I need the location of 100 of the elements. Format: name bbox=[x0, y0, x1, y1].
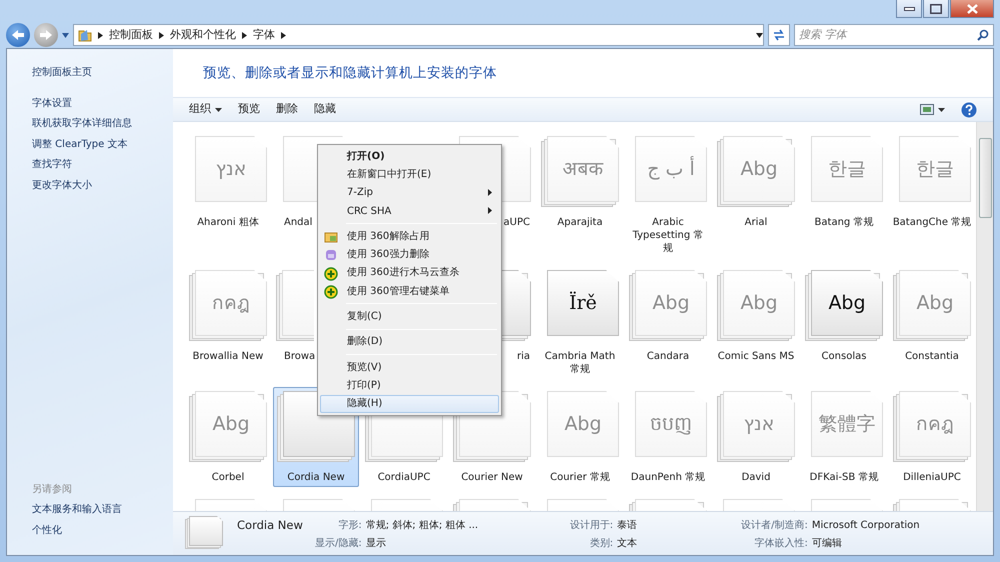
field-value: 文本 bbox=[617, 536, 638, 551]
sidebar-link[interactable]: 个性化 bbox=[32, 520, 173, 541]
minimize-button[interactable] bbox=[896, 0, 922, 18]
sidebar-link[interactable]: 更改字体大小 bbox=[32, 176, 173, 196]
field-label: 设计用于: bbox=[570, 518, 614, 533]
folder-icon bbox=[324, 230, 338, 244]
font-sample: Abg bbox=[211, 412, 251, 437]
menu-item[interactable]: 使用 360解除占用 bbox=[320, 227, 499, 246]
font-name: Cordia New bbox=[237, 517, 301, 534]
page-title: 预览、删除或者显示和隐藏计算机上安装的字体 bbox=[202, 64, 498, 83]
chevron-icon[interactable] bbox=[281, 32, 286, 38]
menu-item[interactable]: 预览(V) bbox=[320, 358, 499, 376]
menu-item[interactable]: 使用 360进行木马云查杀 bbox=[320, 264, 499, 282]
menu-item[interactable]: 在新窗口中打开(E) bbox=[320, 165, 499, 184]
sidebar-link[interactable]: 文本服务和输入语言 bbox=[32, 500, 173, 520]
menu-item[interactable]: 使用 360强力删除 bbox=[320, 245, 499, 264]
chevron-icon[interactable] bbox=[242, 32, 247, 38]
menu-item[interactable]: 隐藏(H) bbox=[320, 394, 499, 413]
back-arrow-icon bbox=[11, 29, 25, 41]
field-value: 可编辑 bbox=[812, 536, 843, 551]
toolbar-button[interactable]: 组织 bbox=[183, 99, 228, 120]
toolbar-button[interactable]: 删除 bbox=[270, 99, 304, 120]
sidebar-link[interactable]: 控制面板主页 bbox=[32, 63, 173, 84]
font-item[interactable]: Abg Arial bbox=[713, 132, 799, 258]
search-icon bbox=[977, 29, 989, 41]
forward-button[interactable] bbox=[34, 23, 58, 47]
see-also-heading: 另请参阅 bbox=[32, 482, 73, 497]
toolbar-button[interactable]: 预览 bbox=[232, 99, 266, 120]
forward-arrow-icon bbox=[39, 29, 53, 41]
font-item[interactable]: 한글 BatangChe 常规 bbox=[889, 132, 975, 258]
field-label: 显示/隐藏: bbox=[315, 536, 362, 551]
field-value: 常规; 斜体; 粗体; 粗体 ... bbox=[366, 518, 480, 533]
shredder-icon bbox=[324, 248, 338, 262]
font-item[interactable]: Abg Courier 常规 bbox=[537, 387, 623, 487]
field-label: 设计者/制造商: bbox=[741, 518, 808, 533]
font-item[interactable]: 繁體字 DFKai-SB 常规 bbox=[801, 387, 887, 487]
chevron-icon bbox=[98, 32, 103, 38]
maximize-icon bbox=[930, 4, 942, 14]
menu-item[interactable]: 删除(D) bbox=[320, 332, 499, 351]
sidebar-link[interactable]: 联机获取字体详细信息 bbox=[32, 114, 173, 134]
font-sample: Abg bbox=[827, 290, 867, 316]
address-field[interactable]: 控制面板 外观和个性化 字体 bbox=[73, 24, 764, 46]
font-sample: Abg bbox=[739, 290, 779, 316]
font-sample: Ïrě bbox=[568, 290, 598, 316]
help-icon bbox=[961, 102, 977, 118]
menu-item[interactable]: 打开(O) bbox=[320, 147, 499, 166]
breadcrumb-item[interactable]: 外观和个性化 bbox=[170, 26, 236, 44]
search-box[interactable]: 搜索 字体 bbox=[794, 24, 994, 46]
submenu-arrow-icon bbox=[488, 188, 492, 196]
font-sample: Abg bbox=[651, 290, 691, 316]
font-item[interactable]: अबक Aparajita bbox=[537, 132, 623, 258]
font-item[interactable]: 한글 Batang 常规 bbox=[801, 132, 887, 258]
menu-item[interactable]: 使用 360管理右键菜单 bbox=[320, 282, 499, 300]
font-sample: 繁體字 bbox=[818, 412, 876, 437]
maximize-button[interactable] bbox=[923, 0, 949, 18]
font-item[interactable]: ចបញ DaunPenh 常规 bbox=[625, 387, 711, 487]
chevron-icon[interactable] bbox=[159, 32, 164, 38]
font-sample: אנץ bbox=[742, 412, 776, 437]
scroll-thumb[interactable] bbox=[978, 138, 992, 218]
font-item[interactable]: Abg Comic Sans MS bbox=[713, 266, 799, 379]
view-icon bbox=[920, 104, 934, 115]
sidebar-link[interactable]: 字体设置 bbox=[32, 94, 173, 114]
font-sample: กคฎ bbox=[211, 290, 251, 316]
dropdown-caret-icon[interactable] bbox=[756, 32, 763, 38]
submenu-arrow-icon bbox=[488, 206, 492, 214]
field-value: 显示 bbox=[366, 537, 387, 551]
font-sample: أ ب ج bbox=[646, 155, 696, 182]
field-label: 类别: bbox=[588, 536, 614, 551]
font-item[interactable]: Ïrě Cambria Math 常规 bbox=[537, 266, 623, 379]
font-item[interactable]: กคฎ Browallia New bbox=[185, 266, 271, 379]
font-sample: अबक bbox=[562, 156, 604, 182]
font-item[interactable]: Abg Constantia bbox=[889, 266, 975, 379]
breadcrumb-item[interactable]: 字体 bbox=[253, 26, 275, 44]
menu-item[interactable]: 复制(C) bbox=[320, 307, 499, 326]
search-field[interactable]: 搜索 字体 bbox=[799, 26, 969, 44]
font-sample: Abg bbox=[739, 156, 779, 182]
font-sample: กคฎ bbox=[915, 412, 955, 437]
menu-item[interactable]: 7-Zip bbox=[320, 184, 499, 202]
close-icon bbox=[966, 4, 978, 14]
font-item[interactable]: Abg Consolas bbox=[801, 266, 887, 379]
folder-icon bbox=[78, 28, 92, 42]
breadcrumb-item[interactable]: 控制面板 bbox=[109, 26, 153, 44]
font-item[interactable]: Abg Corbel bbox=[185, 387, 271, 487]
caret-icon bbox=[215, 108, 222, 112]
minimize-icon bbox=[904, 6, 914, 10]
font-item[interactable]: กคฎ DilleniaUPC bbox=[889, 387, 975, 487]
font-sample: 한글 bbox=[915, 156, 955, 182]
toolbar-button[interactable]: 隐藏 bbox=[308, 99, 342, 120]
refresh-button[interactable] bbox=[768, 24, 790, 46]
plus-circle-icon bbox=[324, 285, 338, 300]
font-item[interactable]: Abg Candara bbox=[625, 266, 711, 379]
field-label: 字形: bbox=[337, 518, 362, 533]
refresh-icon bbox=[772, 28, 786, 42]
menu-item[interactable]: CRC SHA bbox=[320, 202, 499, 220]
font-sample: 한글 bbox=[827, 156, 867, 182]
back-button[interactable] bbox=[6, 23, 30, 47]
sidebar-link[interactable]: 查找字符 bbox=[32, 155, 173, 176]
scrollbar[interactable] bbox=[976, 122, 993, 511]
sidebar-link[interactable]: 调整 ClearType 文本 bbox=[32, 134, 173, 155]
close-button[interactable] bbox=[950, 0, 994, 18]
